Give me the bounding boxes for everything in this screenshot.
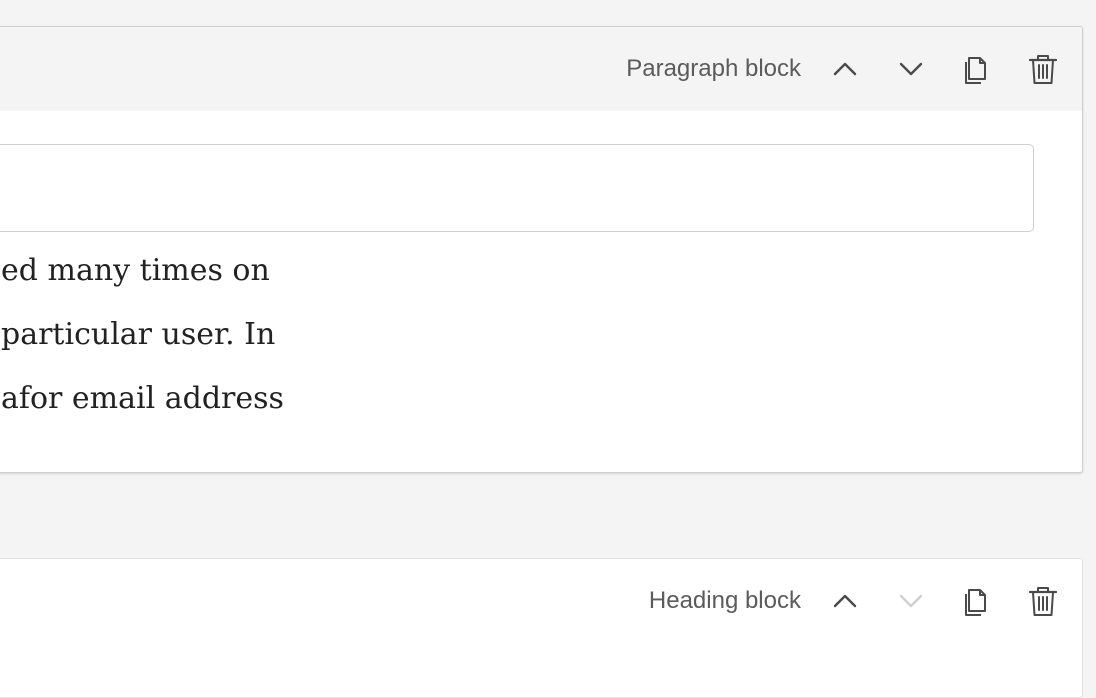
copy-icon [965, 589, 986, 616]
chevron-up-icon [833, 594, 857, 608]
duplicate-button[interactable] [957, 49, 997, 89]
move-down-button[interactable] [891, 49, 931, 89]
copy-icon [965, 57, 986, 84]
heading-block: Heading block [0, 558, 1083, 698]
block-header: Paragraph block [0, 27, 1082, 111]
block-type-label: Paragraph block [626, 55, 801, 82]
paragraph-text-line[interactable]: particular user. In [1, 317, 275, 352]
move-up-button[interactable] [825, 49, 865, 89]
move-down-button [891, 581, 931, 621]
paragraph-text-line[interactable]: afor email address [1, 381, 284, 416]
paragraph-block: Paragraph block ed many times on particu… [0, 26, 1083, 473]
chevron-up-icon [833, 62, 857, 76]
trash-icon [1028, 587, 1058, 616]
block-header: Heading block [0, 559, 1082, 643]
duplicate-button[interactable] [957, 581, 997, 621]
block-type-label: Heading block [648, 587, 801, 614]
trash-icon [1028, 55, 1058, 84]
block-text-input[interactable] [0, 144, 1034, 232]
delete-button[interactable] [1023, 49, 1063, 89]
move-up-button[interactable] [825, 581, 865, 621]
paragraph-text-line[interactable]: ed many times on [1, 253, 270, 288]
chevron-down-icon [899, 62, 923, 76]
chevron-down-icon [899, 594, 923, 608]
delete-button[interactable] [1023, 581, 1063, 621]
